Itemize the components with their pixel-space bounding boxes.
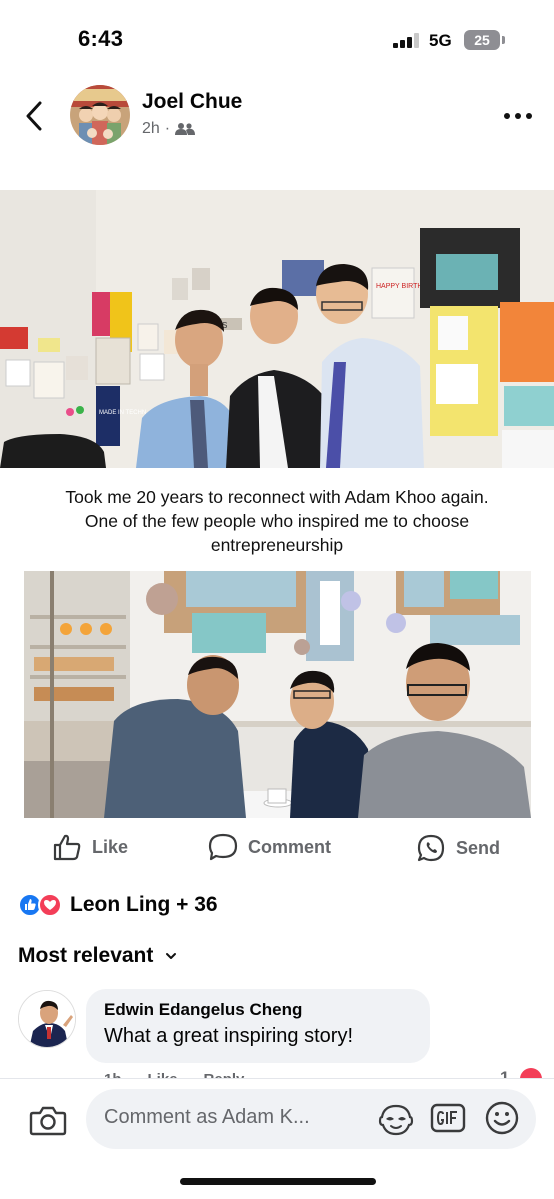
chevron-left-icon [26, 101, 42, 131]
status-time: 6:43 [78, 26, 124, 51]
commenter-avatar[interactable] [18, 990, 76, 1048]
meta-separator: · [164, 120, 171, 137]
send-button[interactable]: Send [416, 833, 500, 863]
chevron-down-icon [166, 953, 177, 959]
more-options-button[interactable] [500, 104, 536, 128]
post-photo-2[interactable] [24, 571, 531, 818]
reaction-names: Leon Ling + 36 [70, 893, 218, 916]
post-header: Joel Chue 2h · [0, 80, 554, 150]
back-button[interactable] [20, 96, 50, 136]
avatar-sticker-button[interactable] [378, 1103, 414, 1137]
like-label: Like [92, 836, 129, 857]
caption-line: One of the few people who inspired me to… [84, 511, 470, 531]
like-button[interactable]: Like [52, 833, 128, 861]
dot-icon [526, 113, 532, 119]
friends-icon [175, 123, 196, 135]
dot-icon [504, 113, 510, 119]
whatsapp-icon [417, 834, 445, 862]
comment-label: Comment [248, 836, 332, 857]
camera-button[interactable] [28, 1103, 68, 1139]
comment-sort-dropdown[interactable]: Most relevant [18, 944, 177, 968]
caption-line: entrepreneurship [210, 535, 344, 555]
post-photo-1[interactable]: MADE IN TECHN ICS HAPPY BIRTHDAY [0, 190, 554, 468]
comment-input[interactable]: Comment as Adam K... [86, 1089, 536, 1149]
gif-button[interactable] [430, 1102, 466, 1134]
post-time: 2h [142, 120, 160, 137]
thumbs-up-icon [53, 834, 81, 861]
commenter-name[interactable]: Edwin Edangelus Cheng [104, 1000, 412, 1020]
gif-icon [430, 1103, 466, 1133]
dot-icon [515, 113, 521, 119]
post-meta: 2h · [142, 120, 196, 138]
emoji-button[interactable] [484, 1100, 520, 1136]
battery-icon: 25 [464, 30, 500, 50]
network-label: 5G [429, 31, 452, 50]
home-indicator[interactable] [180, 1178, 376, 1185]
love-reaction-icon [38, 893, 62, 917]
author-name[interactable]: Joel Chue [142, 90, 242, 114]
comment-icon [208, 833, 238, 861]
poster-text: MADE IN TECHN [99, 410, 146, 416]
battery-tip [502, 36, 505, 44]
caption-line: Took me 20 years to reconnect with Adam … [65, 487, 489, 507]
comment-text: What a great inspiring story! [104, 1025, 353, 1047]
reactions-summary[interactable]: Leon Ling + 36 [18, 893, 218, 917]
author-avatar[interactable] [70, 85, 130, 145]
comment-button[interactable]: Comment [208, 833, 331, 861]
status-bar: 6:43 5G 25 [0, 0, 554, 80]
sort-label: Most relevant [18, 944, 154, 967]
post-caption: Took me 20 years to reconnect with Adam … [10, 485, 544, 557]
comment-bubble[interactable]: Edwin Edangelus Cheng What a great inspi… [86, 989, 430, 1063]
comment-input-placeholder: Comment as Adam K... [104, 1106, 310, 1128]
signal-icon [393, 33, 421, 48]
camera-icon [29, 1106, 67, 1136]
avatar-sticker-icon [378, 1104, 414, 1136]
smiley-icon [485, 1101, 519, 1135]
post-actions: Like Comment Send [0, 828, 554, 870]
send-label: Send [456, 837, 501, 858]
